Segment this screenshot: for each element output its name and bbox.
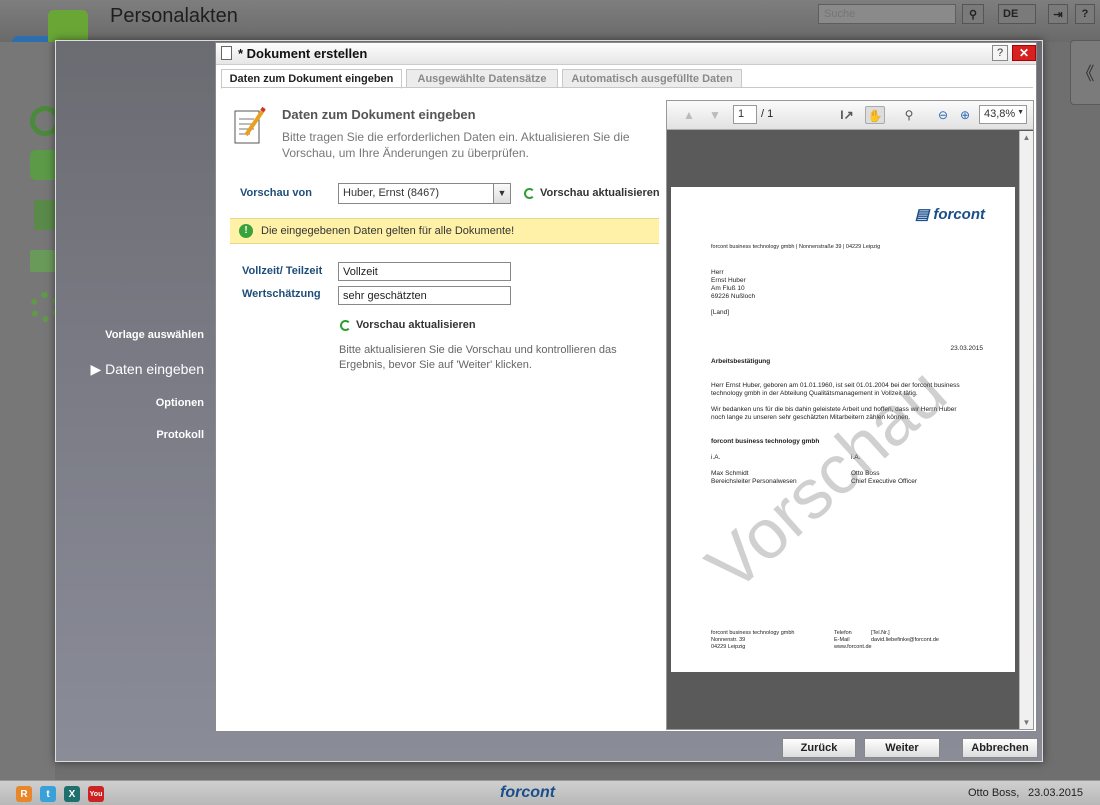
document-icon[interactable]	[34, 200, 56, 230]
app-title: Personalakten	[110, 5, 238, 27]
tab-enter-data[interactable]: Daten zum Dokument eingeben	[221, 69, 402, 89]
left-rail	[0, 42, 60, 780]
youtube-icon[interactable]: You	[88, 786, 104, 802]
field-label-appreciation: Wertschätzung	[242, 288, 321, 300]
form-hint: Bitte aktualisieren Sie die Vorschau und…	[339, 344, 617, 371]
text-select-icon[interactable]: I↗	[837, 106, 857, 124]
app-header: Personalakten ⚲ DE ⇥ ?	[0, 0, 1100, 82]
search-icon: ⚲	[968, 8, 978, 21]
scroll-down-icon[interactable]: ▼	[1020, 716, 1033, 729]
search-button[interactable]: ⚲	[962, 4, 984, 24]
app-footer: R t X You forcont Otto Boss, 23.03.2015	[0, 780, 1100, 805]
letter-date: 23.03.2015	[950, 345, 983, 352]
step-protocol[interactable]: Protokoll	[156, 429, 204, 441]
form-edit-icon	[234, 106, 266, 144]
chevron-down-icon[interactable]: ▼	[493, 184, 510, 203]
form-description: Bitte tragen Sie die erforderlichen Date…	[282, 130, 630, 160]
address-line: 69226 Nußloch	[711, 293, 756, 300]
zoom-in-icon[interactable]: ⊕	[955, 106, 975, 124]
letter-subject: Arbeitsbestätigung	[711, 358, 771, 365]
rss-icon[interactable]: R	[16, 786, 32, 802]
arrow-up-icon[interactable]: ▲	[679, 106, 699, 124]
help-icon: ?	[1081, 8, 1089, 20]
info-icon: !	[239, 224, 253, 238]
logout-button[interactable]: ⇥	[1048, 4, 1068, 24]
dialog-title: * Dokument erstellen	[238, 46, 368, 61]
footer-logo: forcont	[500, 784, 556, 801]
scroll-up-icon[interactable]: ▲	[1020, 131, 1033, 144]
address-line: Am Fluß 10	[711, 285, 745, 292]
arrow-down-icon[interactable]: ▼	[705, 106, 725, 124]
sender-line: forcont business technology gmbh | Nonne…	[711, 244, 881, 250]
next-button[interactable]: Weiter	[864, 738, 940, 758]
zoom-tool-icon[interactable]: ⚲	[899, 106, 919, 124]
footer-line: 04229 Leipzig	[711, 644, 746, 650]
current-date: 23.03.2015	[1028, 787, 1084, 799]
refresh-preview-button[interactable]: Vorschau aktualisieren	[524, 187, 660, 199]
tab-selected-records[interactable]: Ausgewählte Datensätze	[406, 69, 558, 88]
address-line: Ernst Huber	[711, 277, 746, 284]
address-line: Herr	[711, 269, 724, 276]
appreciation-input[interactable]	[338, 286, 511, 305]
document-preview: ▲ ▼ 1 / 1 I↗ ✋ ⚲ ⊖ ⊕ 43,8% ▼ ▤ forcont f…	[666, 100, 1034, 730]
dialog-help-button[interactable]: ?	[992, 45, 1008, 61]
xing-icon[interactable]: X	[64, 786, 80, 802]
refresh-icon	[340, 319, 351, 331]
footer-line: david.liebefinke@forcont.de	[871, 637, 939, 643]
zoom-select[interactable]: 43,8% ▼	[979, 105, 1027, 124]
ia-left: i.A.	[711, 454, 721, 461]
zoom-out-icon[interactable]: ⊖	[933, 106, 953, 124]
form-heading: Daten zum Dokument eingeben	[282, 107, 476, 122]
info-text: Die eingegebenen Daten gelten für alle D…	[261, 225, 515, 237]
twitter-icon[interactable]: t	[40, 786, 56, 802]
hand-tool-icon[interactable]: ✋	[865, 106, 885, 124]
collapse-panel-button[interactable]: 《	[1070, 40, 1100, 105]
signer-left-name: Max Schmidt	[711, 470, 749, 477]
field-label-employment: Vollzeit/ Teilzeit	[242, 265, 323, 277]
double-chevron-left-icon: 《	[1076, 63, 1095, 84]
search-input[interactable]	[818, 4, 956, 24]
page-number-input[interactable]: 1	[733, 105, 757, 124]
help-button-app[interactable]: ?	[1075, 4, 1095, 24]
tab-auto-filled-data[interactable]: Automatisch ausgefüllte Daten	[562, 69, 742, 88]
letter-logo: ▤ forcont	[914, 206, 985, 223]
logout-icon: ⇥	[1053, 8, 1063, 21]
refresh-icon	[524, 187, 535, 199]
step-options[interactable]: Optionen	[156, 397, 204, 409]
cancel-button[interactable]: Abbrechen	[962, 738, 1038, 758]
preview-toolbar: ▲ ▼ 1 / 1 I↗ ✋ ⚲ ⊖ ⊕ 43,8% ▼	[667, 101, 1033, 130]
preview-of-select[interactable]: Huber, Ernst (8467) ▼	[338, 183, 511, 204]
step-template[interactable]: Vorlage auswählen	[105, 329, 204, 341]
back-button[interactable]: Zurück	[782, 738, 856, 758]
current-user: Otto Boss,	[968, 787, 1020, 799]
refresh-preview-button-2[interactable]: Vorschau aktualisieren	[340, 319, 476, 331]
chevron-down-icon: ▼	[1017, 109, 1024, 116]
language-select[interactable]: DE	[998, 4, 1036, 24]
edit-document-icon	[221, 46, 232, 60]
create-document-dialog: * Dokument erstellen ? ✕ Daten zum Dokum…	[215, 42, 1037, 732]
footer-line: www.forcont.de	[834, 644, 872, 650]
letter-page: ▤ forcont forcont business technology gm…	[671, 187, 1015, 672]
tab-divider	[221, 87, 1033, 88]
info-bar: ! Die eingegebenen Daten gelten für alle…	[230, 218, 659, 244]
preview-scrollbar[interactable]: ▲ ▼	[1019, 131, 1033, 729]
dialog-close-button[interactable]: ✕	[1012, 45, 1036, 61]
preview-of-label: Vorschau von	[240, 187, 312, 199]
dialog-titlebar: * Dokument erstellen ? ✕	[216, 43, 1036, 65]
step-enter-data[interactable]: ▶ Daten eingeben	[90, 361, 204, 378]
page-total: / 1	[761, 108, 774, 120]
employment-type-input[interactable]	[338, 262, 511, 281]
country-line: [Land]	[711, 309, 730, 316]
